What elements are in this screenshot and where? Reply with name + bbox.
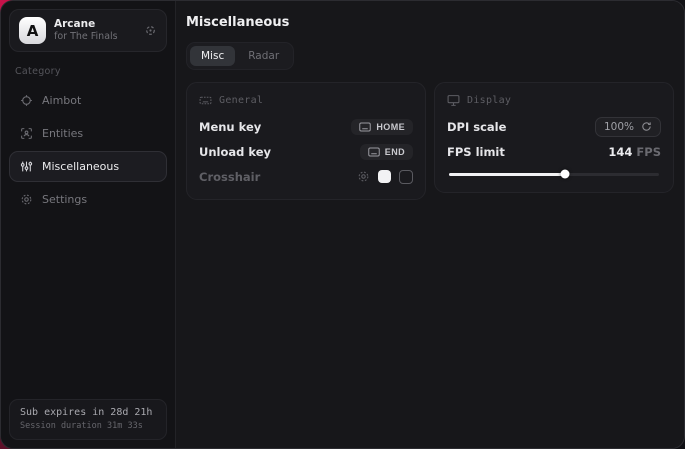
sidebar-item-miscellaneous[interactable]: Miscellaneous (9, 151, 167, 182)
crosshair-icon (20, 94, 33, 107)
unload-key-row: Unload key END (199, 140, 413, 163)
general-card: General Menu key HOME (186, 82, 426, 200)
sliders-icon (20, 160, 33, 173)
menu-key-label: Menu key (199, 120, 261, 134)
keyboard-icon (199, 94, 212, 107)
fps-limit-value: 144 FPS (608, 145, 661, 159)
fps-limit-slider[interactable] (449, 169, 659, 179)
crosshair-settings-gear-icon[interactable] (357, 170, 370, 183)
unload-key-button[interactable]: END (360, 144, 413, 160)
card-title: General (219, 95, 263, 106)
dpi-scale-row: DPI scale 100% (447, 115, 661, 138)
logo-text: Arcane for The Finals (54, 18, 136, 43)
app-window: A Arcane for The Finals Category (0, 0, 685, 449)
display-card: Display DPI scale 100% (434, 82, 674, 193)
crosshair-outline-swatch[interactable] (399, 170, 413, 184)
sidebar-item-label: Entities (42, 127, 83, 140)
target-icon[interactable] (144, 24, 157, 37)
logo-card: A Arcane for The Finals (9, 9, 167, 52)
tab-radar[interactable]: Radar (237, 46, 290, 66)
card-title: Display (467, 95, 511, 106)
dpi-scale-label: DPI scale (447, 120, 506, 134)
unload-key-label: Unload key (199, 145, 271, 159)
sidebar-item-aimbot[interactable]: Aimbot (9, 85, 167, 116)
sub-expiry-text: Sub expires in 28d 21h (20, 407, 156, 418)
unload-key-value: END (385, 147, 405, 157)
crosshair-row: Crosshair (199, 165, 413, 188)
dpi-scale-value: 100% (604, 121, 634, 133)
sidebar-item-label: Aimbot (42, 94, 81, 107)
refresh-icon[interactable] (641, 121, 652, 132)
tab-bar: Misc Radar (186, 42, 294, 70)
fps-unit: FPS (632, 145, 661, 159)
sidebar-item-label: Settings (42, 193, 87, 206)
page-title: Miscellaneous (186, 15, 674, 30)
fps-number: 144 (608, 145, 632, 159)
sidebar-item-label: Miscellaneous (42, 160, 119, 173)
menu-key-value: HOME (376, 122, 405, 132)
sidebar-item-settings[interactable]: Settings (9, 184, 167, 215)
tab-misc[interactable]: Misc (190, 46, 235, 66)
dpi-scale-control[interactable]: 100% (595, 117, 661, 137)
subscription-card: Sub expires in 28d 21h Session duration … (9, 399, 167, 440)
crosshair-label: Crosshair (199, 170, 260, 184)
sidebar: A Arcane for The Finals Category (1, 1, 176, 448)
slider-fill (449, 173, 565, 176)
slider-thumb[interactable] (560, 170, 569, 179)
monitor-icon (447, 94, 460, 107)
sidebar-nav: Aimbot Entities (9, 85, 167, 215)
main-panel: Miscellaneous Misc Radar General (176, 1, 685, 448)
keyboard-icon (359, 122, 371, 132)
fps-limit-label: FPS limit (447, 145, 505, 159)
gear-icon (20, 193, 33, 206)
keyboard-icon (368, 147, 380, 157)
fps-limit-row: FPS limit 144 FPS (447, 140, 661, 163)
app-subtitle: for The Finals (54, 31, 136, 43)
entities-scan-icon (20, 127, 33, 140)
app-logo: A (19, 17, 46, 44)
menu-key-button[interactable]: HOME (351, 119, 413, 135)
crosshair-color-swatch[interactable] (378, 170, 391, 183)
session-duration-text: Session duration 31m 33s (20, 421, 156, 431)
app-title: Arcane (54, 18, 136, 31)
sidebar-item-entities[interactable]: Entities (9, 118, 167, 149)
menu-key-row: Menu key HOME (199, 115, 413, 138)
category-label: Category (15, 66, 161, 77)
